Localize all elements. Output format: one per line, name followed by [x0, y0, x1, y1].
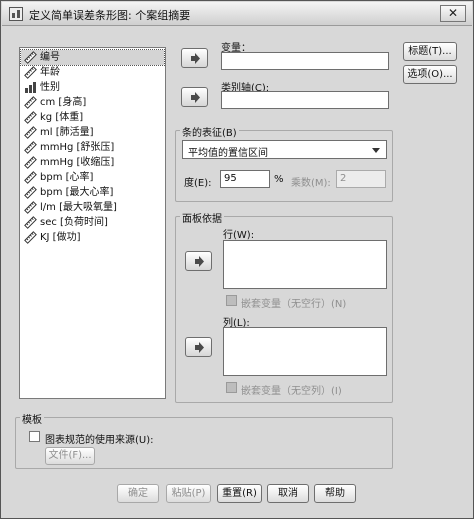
rows-label: 行(W): [223, 230, 255, 241]
chevron-down-icon [372, 148, 380, 153]
move-to-category-axis-button[interactable] [181, 87, 208, 107]
variable-list-item[interactable]: bpm [心率] [21, 170, 164, 185]
scale-ruler-icon [24, 141, 37, 154]
app-chart-icon [9, 7, 23, 21]
move-to-columns-button[interactable] [185, 337, 212, 357]
title-bar[interactable]: 定义简单误差条形图: 个案组摘要 ✕ [2, 2, 472, 26]
rows-nest-checkbox[interactable] [226, 295, 237, 306]
variable-list-item[interactable]: mmHg [舒张压] [21, 140, 164, 155]
template-title: 模板 [20, 411, 44, 426]
reset-button[interactable]: 重置(R) [217, 484, 262, 503]
scale-ruler-icon [24, 216, 37, 229]
scale-ruler-icon [24, 111, 37, 124]
bars-represent-select[interactable]: 平均值的置信区间 [182, 140, 387, 159]
panel-by-title: 面板依据 [180, 210, 224, 225]
scale-ruler-icon [24, 186, 37, 199]
file-button[interactable]: 文件(F)... [45, 447, 95, 465]
scale-ruler-icon [24, 126, 37, 139]
ok-button[interactable]: 确定 [117, 484, 159, 503]
titles-button[interactable]: 标题(T)... [403, 42, 457, 61]
scale-ruler-icon [24, 51, 37, 64]
degree-input[interactable]: 95 [220, 170, 270, 188]
variable-label-text: cm [身高] [40, 97, 87, 108]
variable-label-text: 编号 [40, 52, 60, 63]
arrow-right-icon [191, 53, 200, 64]
variable-field[interactable] [221, 52, 389, 70]
columns-field[interactable] [223, 327, 387, 376]
scale-ruler-icon [24, 66, 37, 79]
multiplier-input[interactable]: 2 [336, 170, 386, 188]
percent-sign: % [274, 174, 284, 185]
variable-list-item[interactable]: ml [肺活量] [21, 125, 164, 140]
help-button[interactable]: 帮助 [314, 484, 356, 503]
variable-list-item[interactable]: l/m [最大吸氧量] [21, 200, 164, 215]
scale-ruler-icon [24, 171, 37, 184]
variable-label-text: sec [负荷时间] [40, 217, 108, 228]
variable-label-text: bpm [心率] [40, 172, 94, 183]
variable-label-text: bpm [最大心率] [40, 187, 114, 198]
degree-label: 度(E): [184, 178, 212, 189]
scale-ruler-icon [24, 231, 37, 244]
rows-nest-label: 嵌套变量（无空行）(N) [241, 299, 347, 310]
bars-represent-selected: 平均值的置信区间 [188, 148, 268, 159]
variable-label-text: mmHg [收缩压] [40, 157, 115, 168]
close-button[interactable]: ✕ [440, 5, 466, 22]
variable-list-item[interactable]: KJ [做功] [21, 230, 164, 245]
use-chart-spec-checkbox[interactable] [29, 431, 40, 442]
paste-button[interactable]: 粘贴(P) [166, 484, 211, 503]
move-to-variable-button[interactable] [181, 48, 208, 68]
variable-label-text: kg [体重] [40, 112, 84, 123]
variable-list-item[interactable]: mmHg [收缩压] [21, 155, 164, 170]
move-to-rows-button[interactable] [185, 251, 212, 271]
options-button[interactable]: 选项(O)... [403, 65, 457, 84]
variable-label-text: ml [肺活量] [40, 127, 94, 138]
bars-represent-title: 条的表征(B) [180, 124, 239, 139]
arrow-right-icon [195, 256, 204, 267]
variable-label-text: 年龄 [40, 67, 60, 78]
use-chart-spec-label: 图表规范的使用来源(U): [45, 435, 154, 446]
variable-list-item[interactable]: 年龄 [21, 65, 164, 80]
variable-list-item[interactable]: cm [身高] [21, 95, 164, 110]
dialog-title: 定义简单误差条形图: 个案组摘要 [29, 9, 191, 22]
nominal-bars-icon [24, 81, 37, 94]
cancel-button[interactable]: 取消 [267, 484, 309, 503]
scale-ruler-icon [24, 201, 37, 214]
variable-label-text: 性别 [40, 82, 60, 93]
category-axis-field[interactable] [221, 91, 389, 109]
scale-ruler-icon [24, 96, 37, 109]
source-variable-list[interactable]: 编号年龄性别 cm [身高] kg [体重] ml [肺活量] mmHg [舒张压] mm… [19, 47, 166, 399]
dialog-window: 定义简单误差条形图: 个案组摘要 ✕ 编号年龄性别 cm [身高] kg [体重] m… [0, 0, 474, 519]
variable-label-text: l/m [最大吸氧量] [40, 202, 117, 213]
variable-list-item[interactable]: bpm [最大心率] [21, 185, 164, 200]
multiplier-label: 乘数(M): [291, 178, 331, 189]
variable-list-item[interactable]: 性别 [21, 80, 164, 95]
variable-list-item[interactable]: kg [体重] [21, 110, 164, 125]
variable-label-text: KJ [做功] [40, 232, 81, 243]
variable-list-item[interactable]: 编号 [20, 49, 165, 66]
columns-nest-checkbox[interactable] [226, 382, 237, 393]
columns-nest-label: 嵌套变量（无空列）(I) [241, 386, 342, 397]
bars-represent-group: 条的表征(B) 平均值的置信区间 度(E): 95 % 乘数(M): 2 [175, 124, 393, 202]
variable-list-item[interactable]: sec [负荷时间] [21, 215, 164, 230]
variable-label-text: mmHg [舒张压] [40, 142, 115, 153]
arrow-right-icon [191, 92, 200, 103]
arrow-right-icon [195, 342, 204, 353]
scale-ruler-icon [24, 156, 37, 169]
rows-field[interactable] [223, 240, 387, 289]
